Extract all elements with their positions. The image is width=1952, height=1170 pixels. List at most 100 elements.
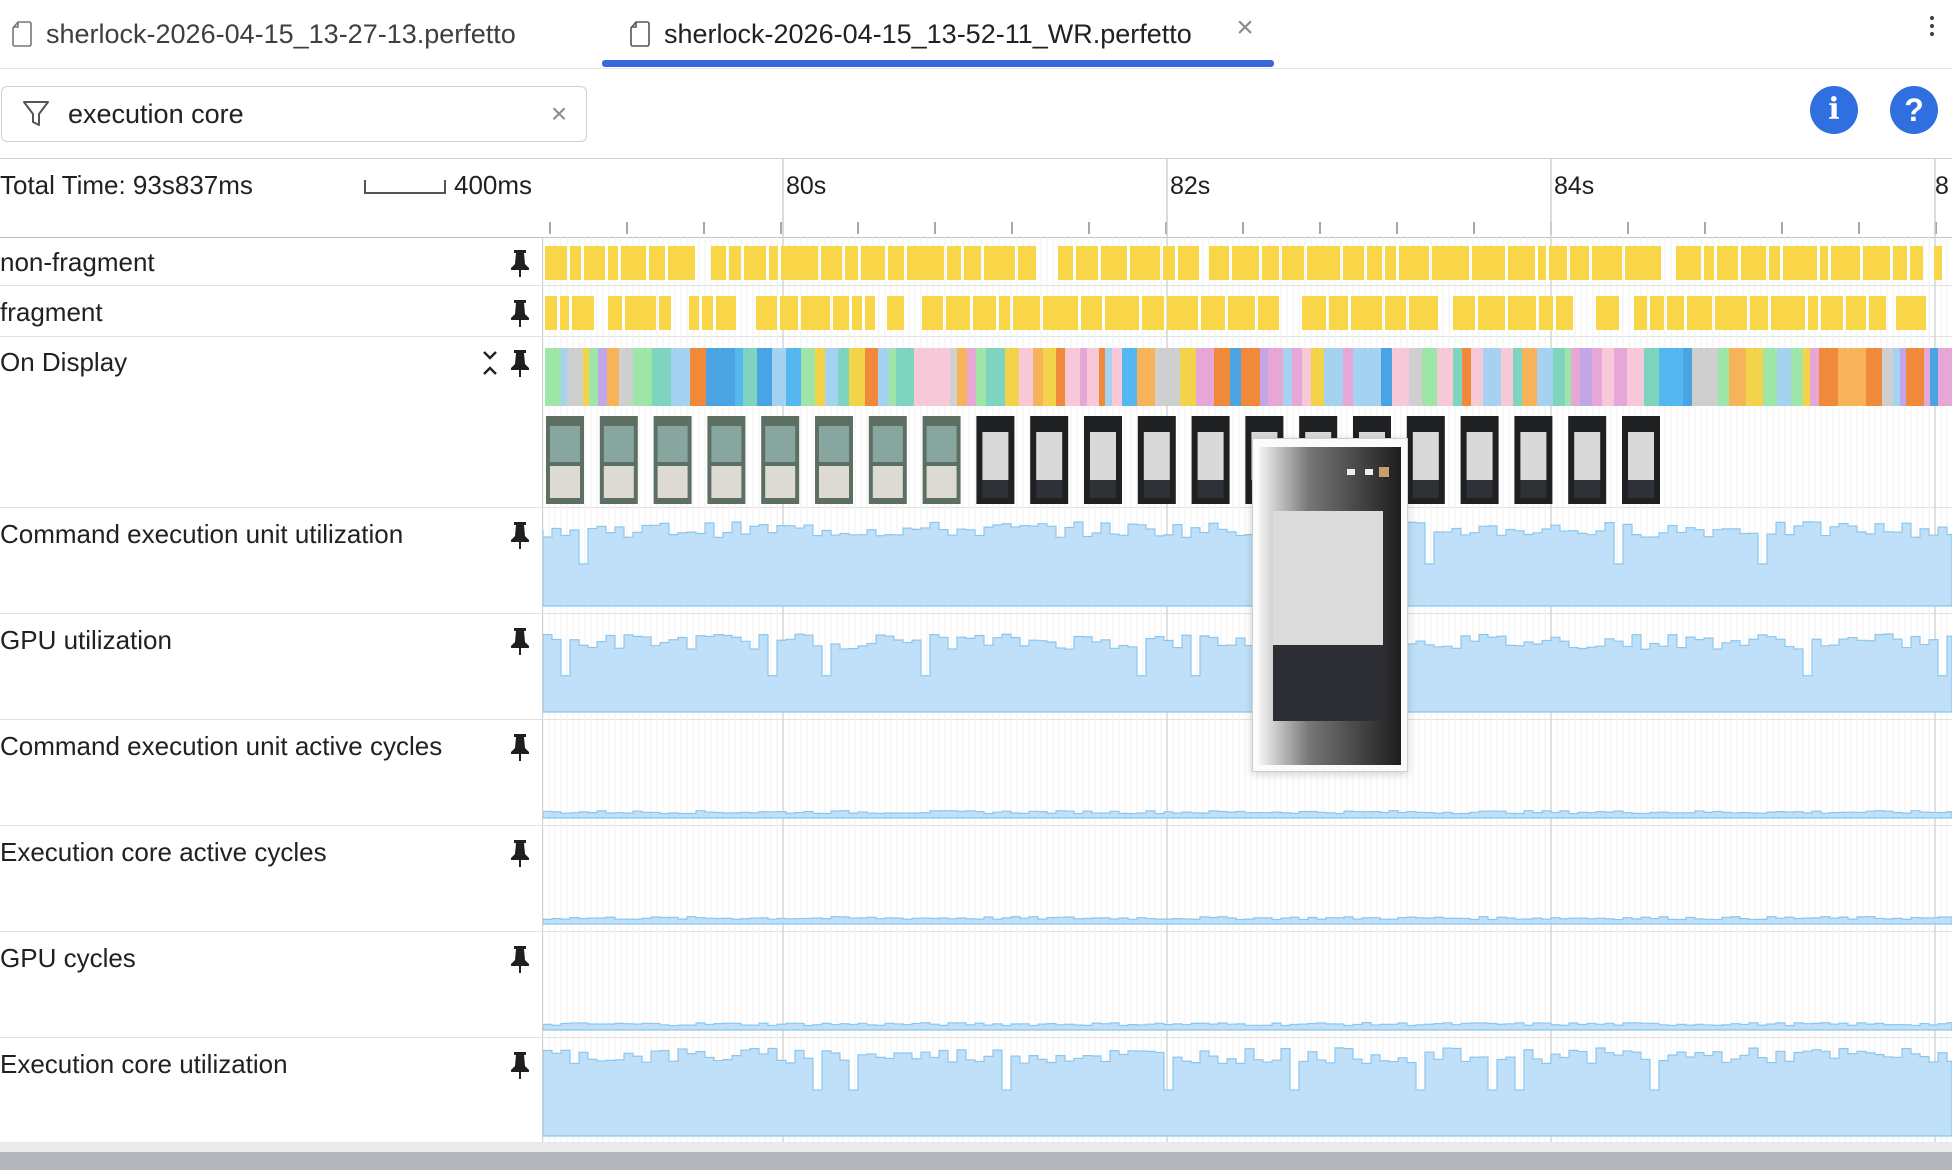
counter-core-cycles: [543, 916, 1952, 925]
slice: [625, 296, 656, 330]
slice: [1399, 246, 1429, 280]
display-frame: [1893, 348, 1900, 406]
ruler-ticks: 80s 82s 84s 8: [549, 158, 1949, 236]
display-frame: [1437, 348, 1453, 406]
clear-filter-icon[interactable]: ×: [544, 97, 574, 131]
display-frame: [1580, 348, 1592, 406]
slice: [1508, 246, 1535, 280]
slice: [1385, 246, 1396, 280]
slice: [1329, 296, 1348, 330]
display-frame: [1565, 348, 1571, 406]
more-options-icon[interactable]: [1922, 12, 1942, 52]
collapse-icon[interactable]: [480, 348, 500, 378]
display-frame: [1422, 348, 1437, 406]
slice: [659, 296, 671, 330]
display-frame: [889, 348, 896, 406]
slice: [1717, 246, 1738, 280]
tab-trace-2[interactable]: sherlock-2026-04-15_13-52-11_WR.perfetto: [630, 0, 1272, 68]
pin-icon[interactable]: [509, 348, 531, 378]
display-frame: [561, 348, 567, 406]
thumbnail: [1460, 416, 1499, 504]
display-frame: [896, 348, 914, 406]
display-frame: [1105, 348, 1112, 406]
slice: [560, 296, 569, 330]
tick-label-82s: 82s: [1170, 172, 1210, 200]
counter-area: [543, 633, 1952, 713]
display-frame: [1746, 348, 1763, 406]
track-canvas[interactable]: [543, 236, 1952, 1142]
slice: [1704, 246, 1714, 280]
info-button[interactable]: i: [1810, 86, 1858, 134]
track-label-on-display[interactable]: On Display: [0, 347, 127, 378]
display-frame: [1703, 348, 1718, 406]
counter-core-util: [543, 1047, 1952, 1137]
slice: [1869, 296, 1886, 330]
track-label-fragment[interactable]: fragment: [0, 297, 103, 328]
pin-icon[interactable]: [509, 944, 531, 974]
slice: [1539, 296, 1553, 330]
pin-icon[interactable]: [509, 520, 531, 550]
active-tab-indicator: [602, 60, 1274, 67]
display-frame: [633, 348, 652, 406]
slice: [1228, 296, 1255, 330]
display-frame: [1810, 348, 1819, 406]
slice: [729, 246, 741, 280]
slice: [1667, 296, 1684, 330]
details-panel-divider: [0, 1142, 1952, 1152]
display-frame: [786, 348, 801, 406]
display-frame: [743, 348, 757, 406]
display-frame: [1553, 348, 1565, 406]
slice: [1058, 246, 1073, 280]
thumbnail: [976, 416, 1015, 504]
slice: [756, 296, 777, 330]
slice: [584, 246, 605, 280]
slice: [1821, 296, 1843, 330]
slice: [865, 296, 875, 330]
display-frame: [1882, 348, 1893, 406]
close-icon[interactable]: ×: [1230, 10, 1260, 46]
pin-icon[interactable]: [509, 732, 531, 762]
details-panel-handle[interactable]: [0, 1152, 1952, 1170]
slice: [821, 246, 842, 280]
pin-icon[interactable]: [509, 626, 531, 656]
track-label-cmd-util[interactable]: Command execution unit utilization: [0, 519, 403, 550]
display-frame: [1659, 348, 1666, 406]
pin-icon[interactable]: [509, 298, 531, 328]
filter-icon: [23, 101, 49, 126]
display-frame: [1930, 348, 1938, 406]
slice: [1167, 296, 1198, 330]
frame-preview-popup: [1252, 438, 1408, 772]
tick-label-80s: 80s: [786, 172, 826, 200]
track-label-gpu-cycles[interactable]: GPU cycles: [0, 943, 136, 974]
track-filter[interactable]: ×: [1, 86, 587, 142]
frame-preview-image: [1259, 447, 1401, 765]
track-label-gpu-util[interactable]: GPU utilization: [0, 625, 172, 656]
pin-icon[interactable]: [509, 838, 531, 868]
display-frame: [986, 348, 1005, 406]
track-label-core-cycles[interactable]: Execution core active cycles: [0, 837, 327, 868]
pin-icon[interactable]: [509, 248, 531, 278]
tab-trace-1-label: sherlock-2026-04-15_13-27-13.perfetto: [46, 18, 516, 49]
display-frame: [1019, 348, 1025, 406]
slice: [1769, 246, 1780, 280]
thumbnail: [1406, 416, 1445, 504]
display-frame: [1924, 348, 1930, 406]
help-button[interactable]: ?: [1890, 86, 1938, 134]
slice: [999, 296, 1010, 330]
slice: [780, 296, 798, 330]
display-frame: [652, 348, 671, 406]
display-frame: [1803, 348, 1810, 406]
track-label-non-fragment[interactable]: non-fragment: [0, 247, 155, 278]
track-label-core-util[interactable]: Execution core utilization: [0, 1049, 288, 1080]
display-frame: [1906, 348, 1924, 406]
display-frame: [583, 348, 589, 406]
display-frame: [1065, 348, 1080, 406]
tab-trace-1[interactable]: sherlock-2026-04-15_13-27-13.perfetto: [12, 0, 516, 68]
display-frame: [1592, 348, 1602, 406]
filter-input[interactable]: [68, 95, 528, 133]
pin-icon[interactable]: [509, 1050, 531, 1080]
slice: [1142, 296, 1164, 330]
track-label-cmd-cycles[interactable]: Command execution unit active cycles: [0, 731, 442, 762]
tab-trace-2-label: sherlock-2026-04-15_13-52-11_WR.perfetto: [664, 18, 1192, 49]
display-frame: [682, 348, 690, 406]
